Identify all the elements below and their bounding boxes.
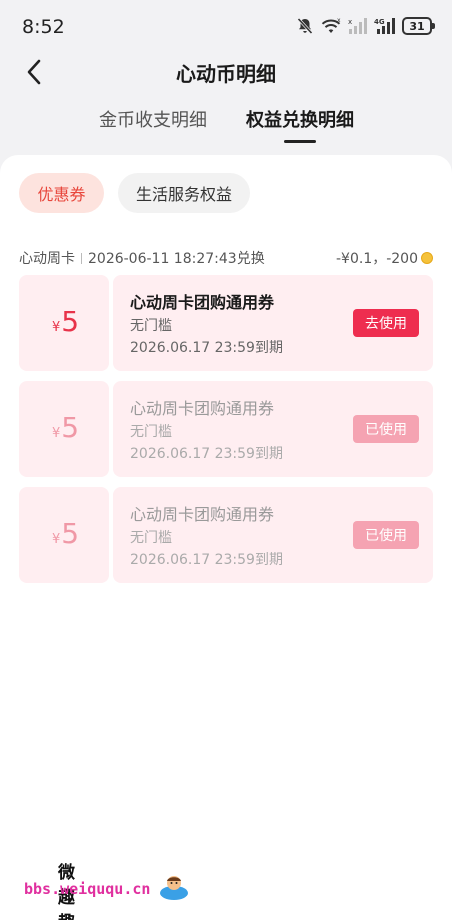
signal-4g-icon: 4G	[374, 18, 395, 34]
coupon-body: 心动周卡团购通用券 无门槛 2026.06.17 23:59到期 去使用	[113, 275, 433, 371]
battery-icon: 31	[402, 17, 435, 35]
status-bar: 8:52 x x 4G 31	[0, 0, 452, 52]
coin-icon	[421, 252, 433, 264]
wifi-icon: x	[321, 17, 341, 33]
signal-icon: x	[348, 18, 367, 34]
coupon-price: ¥ 5	[52, 411, 79, 444]
svg-text:x: x	[337, 17, 341, 24]
record-cost: -¥0.1，-200	[336, 251, 418, 267]
coupon-condition: 无门槛	[130, 530, 172, 546]
used-coupon-button[interactable]: 已使用	[353, 521, 419, 549]
currency-symbol: ¥	[52, 320, 61, 335]
svg-text:x: x	[348, 18, 352, 26]
watermark-url: bbs.weiququ.cn	[24, 880, 151, 898]
page-title: 心动币明细	[176, 62, 276, 86]
coupon-body: 心动周卡团购通用券 无门槛 2026.06.17 23:59到期 已使用	[113, 381, 433, 477]
tab-bar: 金币收支明细 权益兑换明细	[0, 100, 452, 150]
currency-symbol: ¥	[52, 426, 61, 441]
coupon-stub: ¥ 5	[19, 487, 109, 583]
coupon-title: 心动周卡团购通用券	[130, 399, 275, 418]
coupon-amount: 5	[61, 517, 80, 550]
use-coupon-button[interactable]: 去使用	[353, 309, 419, 337]
exchange-record-summary: 心动周卡 2026-06-11 18:27:43兑换 -¥0.1，-200	[19, 248, 433, 270]
currency-symbol: ¥	[52, 532, 61, 547]
coupon-stub: ¥ 5	[19, 381, 109, 477]
tab-coin-ledger[interactable]: 金币收支明细	[99, 106, 207, 132]
filter-chip-coupons[interactable]: 优惠券	[19, 173, 104, 213]
coupon-body: 心动周卡团购通用券 无门槛 2026.06.17 23:59到期 已使用	[113, 487, 433, 583]
coupon-condition: 无门槛	[130, 318, 172, 334]
coupon-expiry: 2026.06.17 23:59到期	[130, 340, 283, 356]
coupon-amount: 5	[61, 411, 80, 444]
svg-text:4G: 4G	[374, 18, 385, 26]
tab-benefit-exchange[interactable]: 权益兑换明细	[246, 106, 354, 132]
tab-active-indicator	[284, 140, 316, 143]
record-name: 心动周卡	[19, 251, 75, 267]
divider	[81, 252, 82, 264]
coupon-card: ¥ 5 心动周卡团购通用券 无门槛 2026.06.17 23:59到期 已使用	[19, 381, 433, 477]
status-time: 8:52	[22, 16, 65, 38]
used-coupon-button[interactable]: 已使用	[353, 415, 419, 443]
coupon-expiry: 2026.06.17 23:59到期	[130, 446, 283, 462]
coupon-title: 心动周卡团购通用券	[130, 505, 275, 524]
mascot-icon	[160, 876, 188, 900]
coupon-card: ¥ 5 心动周卡团购通用券 无门槛 2026.06.17 23:59到期 去使用	[19, 275, 433, 371]
coupon-expiry: 2026.06.17 23:59到期	[130, 552, 283, 568]
nav-bar: 心动币明细	[0, 52, 452, 92]
content-panel: 优惠券 生活服务权益 心动周卡 2026-06-11 18:27:43兑换 -¥…	[0, 155, 452, 920]
coupon-price: ¥ 5	[52, 517, 79, 550]
filter-chip-life-services[interactable]: 生活服务权益	[118, 173, 250, 213]
status-icons: x x 4G 31	[296, 17, 435, 35]
coupon-title: 心动周卡团购通用券	[130, 293, 275, 312]
coupon-condition: 无门槛	[130, 424, 172, 440]
coupon-card: ¥ 5 心动周卡团购通用券 无门槛 2026.06.17 23:59到期 已使用	[19, 487, 433, 583]
mute-bell-icon	[297, 17, 313, 35]
coupon-amount: 5	[61, 305, 80, 338]
coupon-price: ¥ 5	[52, 305, 79, 338]
coupon-stub: ¥ 5	[19, 275, 109, 371]
record-datetime: 2026-06-11 18:27:43兑换	[88, 251, 265, 267]
